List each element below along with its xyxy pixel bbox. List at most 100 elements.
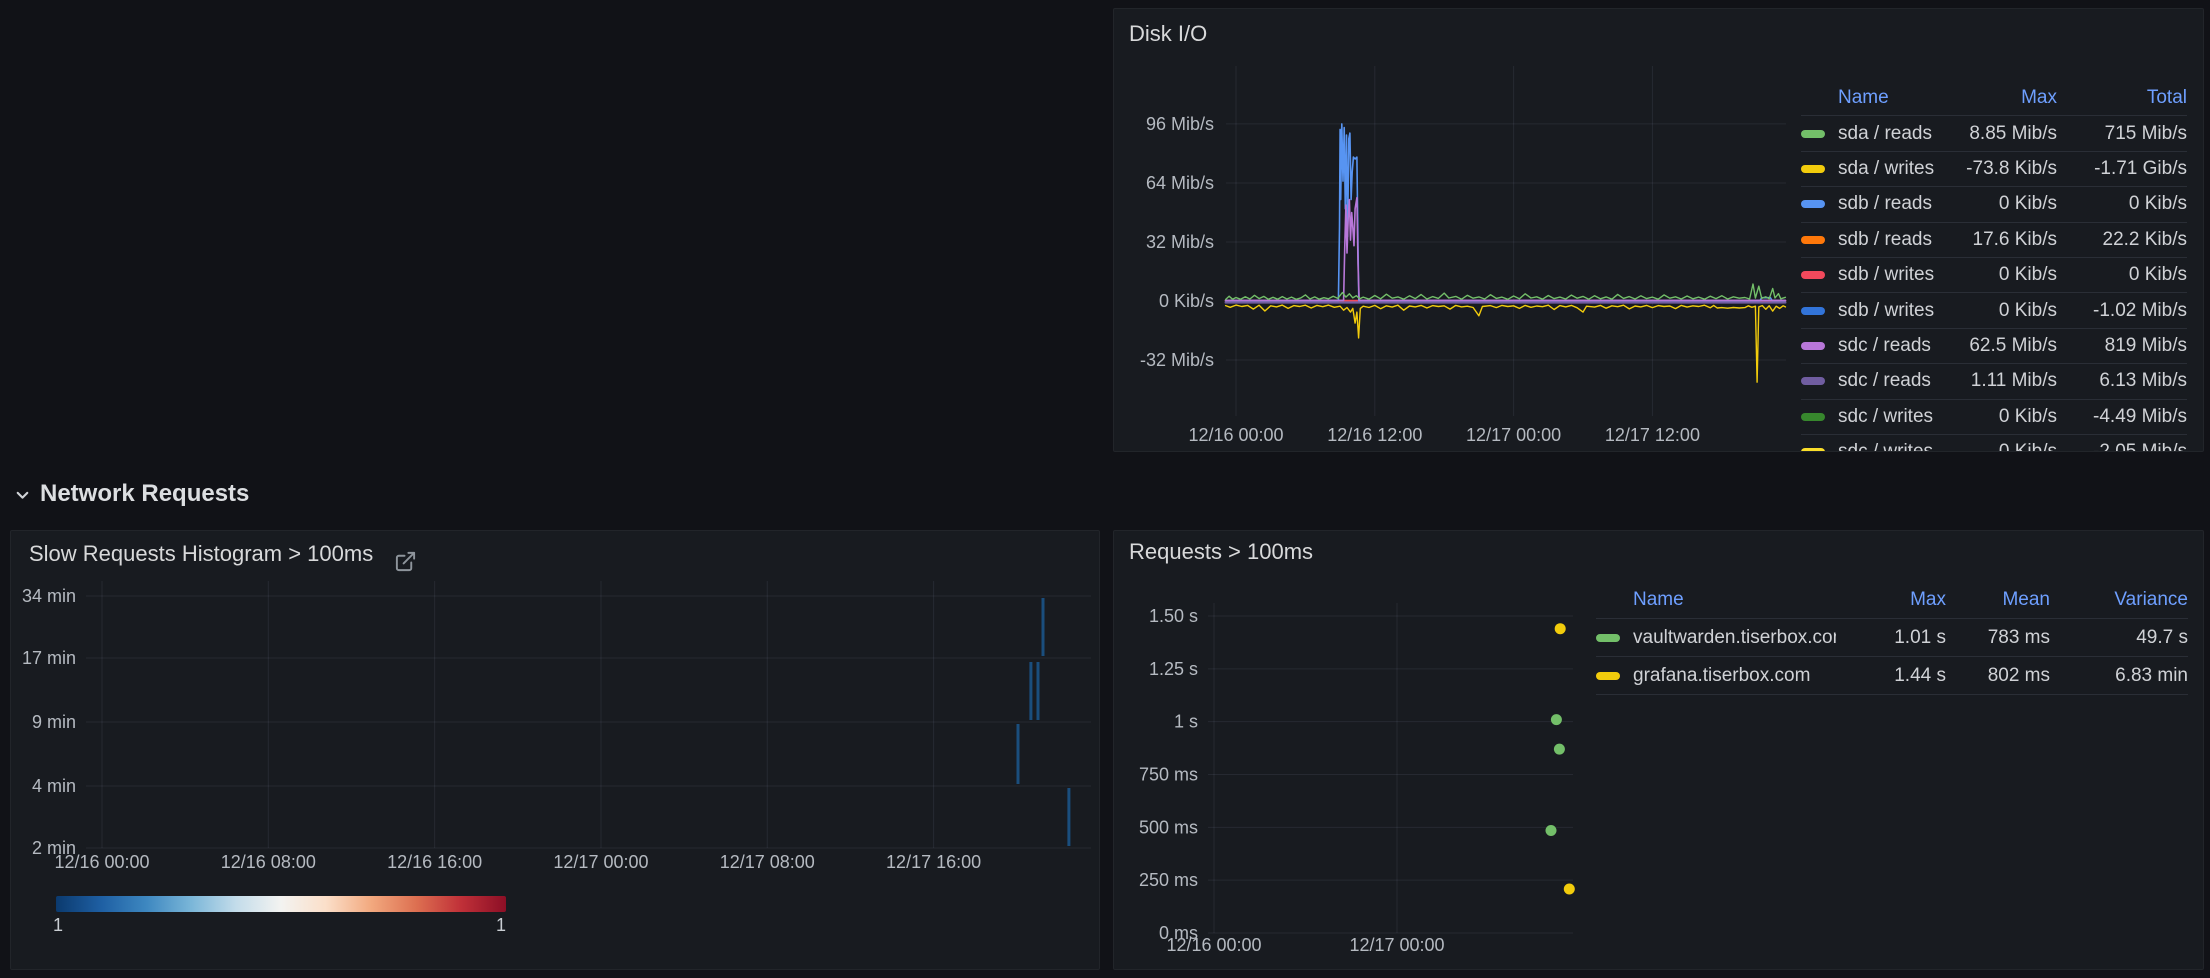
panel-title-disk-io[interactable]: Disk I/O bbox=[1129, 21, 1207, 47]
legend-series-name: sda / reads bbox=[1838, 123, 1932, 145]
series-line-sdc-reads bbox=[1226, 198, 1786, 301]
x-tick-label: 12/17 08:00 bbox=[720, 852, 815, 872]
legend-series-name: sdb / reads bbox=[1838, 229, 1932, 251]
y-bucket-label: 17 min bbox=[22, 648, 76, 668]
scatter-point-vaultwarden-tiserbox-com bbox=[1546, 825, 1557, 836]
x-tick-label: 12/17 16:00 bbox=[886, 852, 981, 872]
legend-header: NameMaxMeanVariance bbox=[1596, 581, 2188, 619]
legend-series-name: vaultwarden.tiserbox.com bbox=[1633, 627, 1836, 649]
legend-value-max: 0 Kib/s bbox=[1939, 300, 2057, 322]
scatter-point-grafana-tiserbox-com bbox=[1555, 623, 1566, 634]
legend-row-sdb-reads[interactable]: sdb / reads0 Kib/s0 Kib/s bbox=[1801, 187, 2187, 222]
chevron-down-icon bbox=[14, 487, 31, 504]
y-bucket-label: 34 min bbox=[22, 586, 76, 606]
panel-requests-over-100ms: Requests > 100ms 0 ms250 ms500 ms750 ms1… bbox=[1113, 530, 2204, 970]
legend-value-max: 8.85 Mib/s bbox=[1939, 123, 2057, 145]
scatter-point-grafana-tiserbox-com bbox=[1564, 884, 1575, 895]
x-tick-label: 12/16 16:00 bbox=[387, 852, 482, 872]
heatmap-cell bbox=[1017, 724, 1020, 784]
heatmap-cell bbox=[1037, 662, 1040, 720]
legend-value-total: 715 Mib/s bbox=[2057, 123, 2187, 145]
panel-title-slow-requests-histogram[interactable]: Slow Requests Histogram > 100ms bbox=[29, 541, 373, 567]
legend-series-name: sdb / reads bbox=[1838, 193, 1932, 215]
legend-row-sdb-writes[interactable]: sdb / writes0 Kib/s-1.02 Mib/s bbox=[1801, 293, 2187, 328]
heatmap-cell bbox=[1042, 598, 1045, 656]
series-color-swatch bbox=[1801, 307, 1825, 315]
y-tick-label: 0 Kib/s bbox=[1159, 291, 1214, 311]
legend-row-sda-reads[interactable]: sda / reads 8.85 Mib/s715 Mib/s bbox=[1801, 116, 2187, 151]
legend-value-max: 0 Kib/s bbox=[1939, 193, 2057, 215]
x-tick-label: 12/17 12:00 bbox=[1605, 425, 1700, 445]
legend-series-name: sda / writes bbox=[1838, 158, 1934, 180]
x-tick-label: 12/16 00:00 bbox=[1166, 935, 1261, 955]
y-grid: 0 ms250 ms500 ms750 ms1 s1.25 s1.50 s bbox=[1139, 606, 1573, 943]
legend-value-max: 0 Kib/s bbox=[1939, 406, 2057, 428]
x-tick-label: 12/16 08:00 bbox=[221, 852, 316, 872]
x-tick-label: 12/17 00:00 bbox=[1466, 425, 1561, 445]
x-grid: 12/16 00:0012/16 12:0012/17 00:0012/17 1… bbox=[1188, 66, 1700, 445]
legend-value-max: 0 Kib/s bbox=[1939, 441, 2057, 452]
legend-col-total[interactable]: Total bbox=[2057, 87, 2187, 109]
scatter-points bbox=[1546, 623, 1575, 894]
legend-col-name[interactable]: Name bbox=[1801, 87, 1939, 109]
series-color-swatch bbox=[1801, 130, 1825, 138]
legend-row-sda-writes[interactable]: sda / writes-73.8 Kib/s-1.71 Gib/s bbox=[1801, 152, 2187, 187]
y-grid: 34 min17 min9 min4 min2 min bbox=[22, 586, 1091, 858]
y-tick-label: 250 ms bbox=[1139, 870, 1198, 890]
legend-row-sdc-reads[interactable]: sdc / reads1.11 Mib/s6.13 Mib/s bbox=[1801, 364, 2187, 399]
legend-row-grafana-tiserbox-com[interactable]: grafana.tiserbox.com1.44 s802 ms6.83 min bbox=[1596, 657, 2188, 695]
legend-col-max[interactable]: Max bbox=[1836, 589, 1946, 611]
legend-col-variance[interactable]: Variance bbox=[2050, 589, 2188, 611]
legend-header: NameMaxTotal bbox=[1801, 81, 2187, 116]
legend-value-total: 6.13 Mib/s bbox=[2057, 370, 2187, 392]
grafana-dashboard: Disk I/O 96 Mib/s64 Mib/s32 Mib/s0 Kib/s… bbox=[0, 0, 2210, 978]
series-color-swatch bbox=[1801, 413, 1825, 421]
legend-row-sdc-writes[interactable]: sdc / writes0 Kib/s-2.05 Mib/s bbox=[1801, 435, 2187, 452]
series-color-swatch bbox=[1801, 236, 1825, 244]
y-tick-label: 500 ms bbox=[1139, 817, 1198, 837]
y-tick-label: 32 Mib/s bbox=[1146, 232, 1214, 252]
y-tick-label: 1 s bbox=[1174, 712, 1198, 732]
legend-col-max[interactable]: Max bbox=[1939, 87, 2057, 109]
legend-value-max: 1.01 s bbox=[1836, 627, 1946, 649]
series-color-swatch bbox=[1801, 448, 1825, 452]
legend-row-sdc-reads[interactable]: sdc / reads62.5 Mib/s819 Mib/s bbox=[1801, 329, 2187, 364]
legend-col-name[interactable]: Name bbox=[1596, 589, 1836, 611]
x-tick-label: 12/16 00:00 bbox=[54, 852, 149, 872]
series-line-sdb-reads bbox=[1226, 124, 1786, 301]
series-color-swatch bbox=[1801, 271, 1825, 279]
disk-io-legend: NameMaxTotal sda / reads 8.85 Mib/s715 Mib… bbox=[1796, 81, 2192, 452]
external-link-icon[interactable] bbox=[394, 550, 417, 573]
legend-series-name: grafana.tiserbox.com bbox=[1633, 665, 1810, 687]
legend-value-max: 0 Kib/s bbox=[1939, 264, 2057, 286]
section-header-network-requests[interactable]: Network Requests bbox=[14, 478, 249, 510]
panel-disk-io: Disk I/O 96 Mib/s64 Mib/s32 Mib/s0 Kib/s… bbox=[1113, 8, 2204, 452]
legend-value-mean: 783 ms bbox=[1946, 627, 2050, 649]
panel-title-requests-over-100ms[interactable]: Requests > 100ms bbox=[1129, 539, 1313, 565]
series-color-swatch bbox=[1801, 200, 1825, 208]
legend-value-total: -2.05 Mib/s bbox=[2057, 441, 2187, 452]
y-grid: 96 Mib/s64 Mib/s32 Mib/s0 Kib/s-32 Mib/s bbox=[1140, 114, 1786, 370]
legend-value-variance: 49.7 s bbox=[2050, 627, 2188, 649]
y-tick-label: 1.50 s bbox=[1149, 606, 1198, 626]
legend-row-vaultwarden-tiserbox-com[interactable]: vaultwarden.tiserbox.com1.01 s783 ms49.7… bbox=[1596, 619, 2188, 657]
y-tick-label: -32 Mib/s bbox=[1140, 350, 1214, 370]
legend-col-mean[interactable]: Mean bbox=[1946, 589, 2050, 611]
x-tick-label: 12/16 12:00 bbox=[1327, 425, 1422, 445]
legend-series-name: sdc / reads bbox=[1838, 335, 1931, 357]
legend-value-total: 819 Mib/s bbox=[2057, 335, 2187, 357]
panel-slow-requests-histogram: Slow Requests Histogram > 100ms 34 min 17… bbox=[10, 530, 1100, 970]
legend-row-sdb-writes[interactable]: sdb / writes0 Kib/s0 Kib/s bbox=[1801, 258, 2187, 293]
legend-series-name: sdc / writes bbox=[1838, 406, 1933, 428]
legend-row-sdc-writes[interactable]: sdc / writes0 Kib/s-4.49 Mib/s bbox=[1801, 400, 2187, 435]
section-title: Network Requests bbox=[40, 480, 249, 508]
legend-value-max: -73.8 Kib/s bbox=[1939, 158, 2057, 180]
legend-series-name: sdb / writes bbox=[1838, 300, 1934, 322]
series-line-sda-reads bbox=[1226, 284, 1786, 300]
y-tick-label: 1.25 s bbox=[1149, 659, 1198, 679]
legend-value-total: 22.2 Kib/s bbox=[2057, 229, 2187, 251]
legend-value-total: 0 Kib/s bbox=[2057, 264, 2187, 286]
scatter-point-vaultwarden-tiserbox-com bbox=[1551, 714, 1562, 725]
legend-row-sdb-reads[interactable]: sdb / reads17.6 Kib/s22.2 Kib/s bbox=[1801, 223, 2187, 258]
legend-series-name: sdc / reads bbox=[1838, 370, 1931, 392]
